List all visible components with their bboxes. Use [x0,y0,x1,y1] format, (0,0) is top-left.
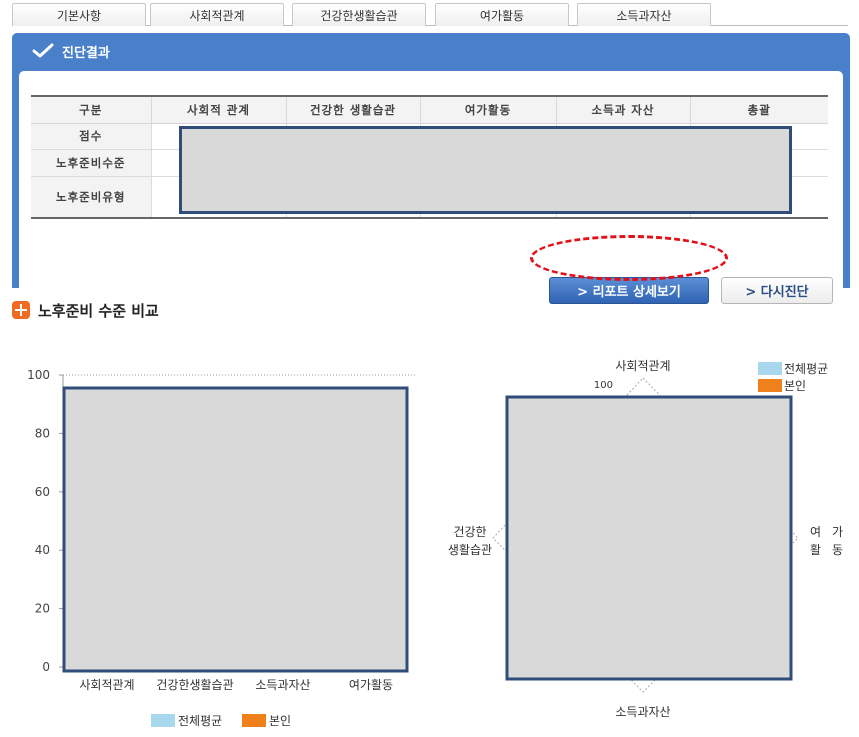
tab-income-assets[interactable]: 소득과자산 [577,3,711,26]
x-category-label: 사회적관계 [79,678,134,692]
legend-swatch-average [758,362,782,375]
tab-bar: 기본사항 사회적관계 건강한생활습관 여가활동 소득과자산 [12,0,848,26]
radar-label-right-2: 가 [832,525,843,539]
legend-swatch-self [758,379,782,392]
col-header-total: 총괄 [689,95,828,124]
tab-healthy-habits[interactable]: 건강한생활습관 [292,3,426,26]
radar-label-left-2: 생활습관 [448,543,492,557]
x-category-label: 여가활동 [349,678,393,692]
radar-label-top: 사회적관계 [615,359,670,373]
tab-leisure[interactable]: 여가활동 [435,3,569,26]
section-title: 노후준비 수준 비교 [38,302,159,320]
tab-basic-info[interactable]: 기본사항 [12,3,146,26]
radar-label-bottom: 소득과자산 [615,705,670,719]
highlight-oval [530,235,728,281]
radar-label-right-4: 동 [832,543,843,557]
radar-chart: 사회적관계 100 여 가 활 동 소득과자산 건강한 생활습관 전체평균 본인 [448,359,843,719]
y-tick-label: 80 [35,426,50,440]
retry-diagnosis-button[interactable]: > 다시진단 [721,277,833,304]
legend-label-self: 본인 [784,379,806,393]
col-header-social: 사회적 관계 [150,95,286,124]
redacted-area [505,395,793,681]
y-tick-label: 60 [35,485,50,499]
x-category-label: 건강한생활습관 [156,678,233,692]
y-tick-label: 20 [35,602,50,616]
radar-label-right-1: 여 [810,525,821,539]
col-header-category: 구분 [31,95,151,124]
report-detail-button[interactable]: > 리포트 상세보기 [549,277,709,304]
tab-social-relations[interactable]: 사회적관계 [150,3,284,26]
plus-icon [12,301,30,319]
col-header-income: 소득과 자산 [555,95,690,124]
legend-swatch-self [242,714,266,727]
checkmark-icon [32,43,54,58]
panel-title: 진단결과 [62,46,110,61]
bar-chart: 020406080100 사회적관계 건강한생활습관 소득과자산 여가활동 전체평균 … [27,368,415,728]
legend-swatch-average [151,714,175,727]
x-category-label: 소득과자산 [255,678,310,692]
legend-label-self: 본인 [269,714,291,728]
row-header-score: 점수 [31,123,151,150]
radar-label-right-3: 활 [810,543,821,557]
radar-label-left-1: 건강한 [453,525,486,539]
row-header-level: 노후준비수준 [31,149,151,177]
row-header-type: 노후준비유형 [31,176,151,219]
y-tick-label: 0 [42,660,50,674]
legend-label-average: 전체평균 [784,362,828,376]
redacted-area [62,386,409,673]
y-tick-label: 100 [27,368,50,382]
y-tick-label: 40 [35,543,50,557]
radar-max-label: 100 [594,380,613,391]
legend-label-average: 전체평균 [178,714,222,728]
col-header-health: 건강한 생활습관 [285,95,420,124]
col-header-leisure: 여가활동 [419,95,556,124]
diagnosis-result-panel: 진단결과 구분 사회적 관계 건강한 생활습관 여가활동 소득과 자산 총괄 점… [12,33,850,304]
redacted-area [179,126,792,214]
